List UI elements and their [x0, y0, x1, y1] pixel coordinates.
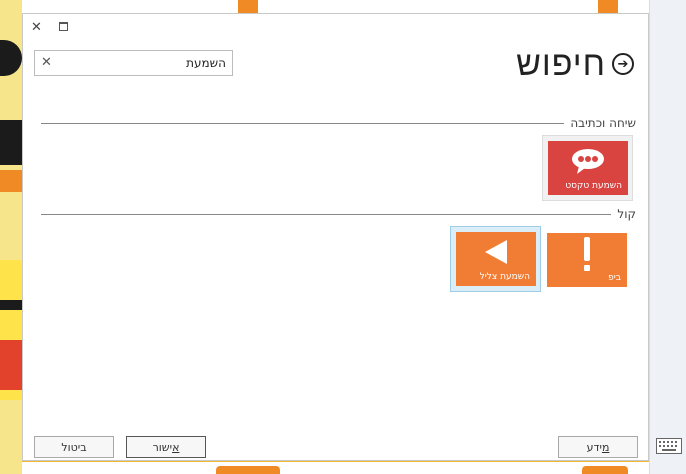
speech-bubble-icon — [572, 149, 604, 174]
ok-button-label: אישור — [153, 441, 180, 454]
background-decoration — [0, 120, 22, 165]
maximize-window-icon[interactable] — [59, 20, 68, 35]
background-decoration — [582, 466, 628, 474]
background-app-right-panel — [649, 0, 686, 474]
tile-label: ביפ — [608, 273, 621, 283]
info-button-label-rest: ידע — [586, 440, 602, 454]
ok-button-label-rest: ישור — [152, 440, 173, 454]
tile-label: השמעת טקסט — [565, 181, 622, 191]
search-input[interactable] — [60, 52, 232, 74]
group-divider — [41, 122, 565, 124]
search-dialog: ✕ ✕ ➔ חיפוש שיחה וכתיבה השמעת טקסט קול — [22, 13, 649, 461]
group-header-sound: קול — [41, 206, 636, 222]
tile-play-sound[interactable]: השמעת צליל — [456, 232, 536, 286]
background-decoration — [0, 340, 22, 390]
close-window-icon[interactable]: ✕ — [31, 20, 42, 35]
group-label: קול — [617, 207, 636, 221]
background-app-bottom-strip — [22, 462, 652, 474]
cancel-button[interactable]: ביטול — [34, 436, 114, 458]
tile-frame-selected: השמעת צליל — [450, 226, 541, 292]
tile-speak-text[interactable]: השמעת טקסט — [548, 141, 628, 195]
clear-search-icon[interactable]: ✕ — [41, 55, 52, 70]
arrow-right-circle-icon[interactable]: ➔ — [612, 53, 634, 75]
background-app-top-strip — [22, 0, 652, 14]
background-decoration — [238, 0, 258, 14]
info-button-label: מידע — [587, 441, 610, 454]
play-triangle-icon — [485, 240, 507, 264]
tile-frame: השמעת טקסט — [542, 135, 633, 201]
tile-beep[interactable]: ביפ — [547, 233, 627, 287]
exclamation-icon — [584, 237, 590, 271]
info-button[interactable]: מידע — [558, 436, 638, 458]
group-divider — [41, 213, 612, 215]
group-header-speech: שיחה וכתיבה — [41, 115, 636, 131]
background-decoration — [0, 40, 22, 76]
search-field[interactable]: ✕ — [34, 50, 233, 76]
info-button-mnemonic: מ — [601, 440, 610, 454]
background-decoration — [0, 300, 22, 310]
background-decoration — [0, 170, 22, 192]
group-label: שיחה וכתיבה — [570, 116, 636, 130]
background-app-left-strip — [0, 0, 22, 474]
ok-button-mnemonic: א — [172, 440, 180, 454]
ok-button[interactable]: אישור — [126, 436, 206, 458]
dialog-title-text: חיפוש — [516, 44, 606, 84]
background-decoration — [598, 0, 618, 14]
keyboard-icon[interactable] — [656, 438, 682, 454]
cancel-button-label: ביטול — [61, 440, 87, 454]
background-decoration — [216, 466, 280, 474]
dialog-title: ➔ חיפוש — [516, 44, 634, 84]
tile-label: השמעת צליל — [479, 272, 530, 282]
